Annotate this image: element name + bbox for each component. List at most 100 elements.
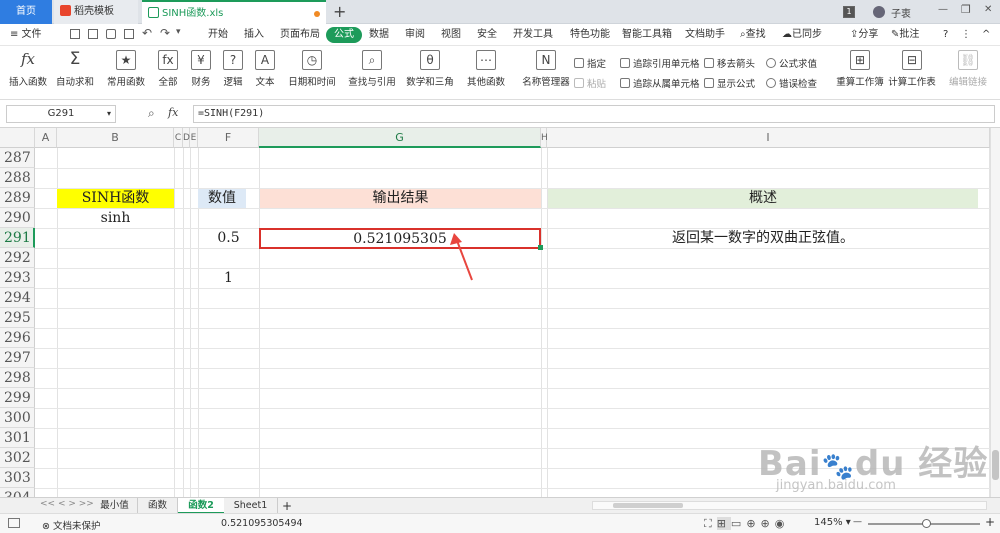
file-menu[interactable]: ≡ 文件 <box>10 27 42 43</box>
zoom-level[interactable]: 145% ▾ <box>814 517 851 528</box>
save-icon[interactable] <box>70 29 80 39</box>
collapse-ribbon-button[interactable]: ^ <box>982 27 990 43</box>
protect-status[interactable]: ⊗ 文档未保护 <box>42 518 101 532</box>
logic-button[interactable]: ? 逻辑 <box>220 50 246 88</box>
zoom-slider[interactable] <box>868 519 980 528</box>
print-icon[interactable] <box>106 29 116 39</box>
search-button[interactable]: ⌕查找 <box>740 27 766 43</box>
show-formula-button[interactable]: 显示公式 <box>704 76 755 90</box>
other-functions-button[interactable]: ⋯ 其他函数 <box>464 50 508 88</box>
vertical-scrollbar[interactable] <box>990 128 1000 497</box>
menu-insert[interactable]: 插入 <box>244 27 264 43</box>
finance-button[interactable]: ¥ 财务 <box>188 50 214 88</box>
sheet-tab-active[interactable]: 函数2 <box>178 498 224 514</box>
row-header-289[interactable]: 289 <box>0 188 35 208</box>
menu-developer[interactable]: 开发工具 <box>513 27 553 43</box>
zoom-formula-icon[interactable]: ⌕ <box>148 106 155 121</box>
h-scroll-thumb[interactable] <box>613 503 683 508</box>
specify-button[interactable]: 指定 <box>574 56 606 70</box>
export-icon[interactable] <box>88 29 98 39</box>
cell-b289[interactable]: SINH函数 <box>57 189 174 208</box>
column-header-f[interactable]: F <box>198 128 259 148</box>
avatar[interactable] <box>873 6 885 18</box>
column-header-c[interactable]: C <box>174 128 183 148</box>
user-name[interactable]: 子衷 <box>891 5 911 20</box>
row-header-299[interactable]: 299 <box>0 388 35 408</box>
column-header-b[interactable]: B <box>57 128 174 148</box>
error-check-button[interactable]: 错误检查 <box>766 76 817 90</box>
close-button[interactable]: ✕ <box>984 4 992 15</box>
cell-i291[interactable]: 返回某一数字的双曲正弦值。 <box>548 229 978 248</box>
tab-modified-dot[interactable] <box>314 11 320 17</box>
menu-doc-assistant[interactable]: 文档助手 <box>685 27 725 43</box>
cell-f289[interactable]: 数值 <box>198 189 246 208</box>
formula-input[interactable]: =SINH(F291) <box>193 105 995 123</box>
name-manager-button[interactable]: N 名称管理器 <box>522 50 570 88</box>
row-header-291[interactable]: 291 <box>0 228 35 248</box>
row-header-290[interactable]: 290 <box>0 208 35 228</box>
common-functions-button[interactable]: ★ 常用函数 <box>104 50 148 88</box>
print-preview-icon[interactable] <box>124 29 134 39</box>
row-header-303[interactable]: 303 <box>0 468 35 488</box>
row-header-293[interactable]: 293 <box>0 268 35 288</box>
lookup-button[interactable]: ⌕ 查找与引用 <box>346 50 398 88</box>
scroll-thumb[interactable] <box>992 450 999 480</box>
macro-record-icon[interactable] <box>8 518 20 528</box>
column-header-g[interactable]: G <box>259 128 541 148</box>
insert-function-button[interactable]: fx 插入函数 <box>8 50 48 88</box>
calc-sheet-button[interactable]: ⊟ 计算工作表 <box>888 50 936 88</box>
trace-dependents-button[interactable]: 追踪从属单元格 <box>620 76 700 90</box>
paste-button[interactable]: 粘贴 <box>574 76 606 90</box>
row-header-301[interactable]: 301 <box>0 428 35 448</box>
sync-button[interactable]: ☁已同步 <box>782 27 822 43</box>
row-header-294[interactable]: 294 <box>0 288 35 308</box>
name-box[interactable]: G291 ▾ <box>6 105 116 123</box>
menu-data[interactable]: 数据 <box>369 27 389 43</box>
all-functions-button[interactable]: fx 全部 <box>154 50 182 88</box>
cell-f293[interactable]: 1 <box>198 269 259 288</box>
comment-button[interactable]: ✎批注 <box>891 27 919 43</box>
menu-review[interactable]: 审阅 <box>405 27 425 43</box>
undo-icon[interactable]: ↶ <box>142 26 152 40</box>
text-button[interactable]: A 文本 <box>252 50 278 88</box>
remove-arrows-button[interactable]: 移去箭头 <box>704 56 755 70</box>
edit-links-button[interactable]: ⛓ 编辑链接 <box>946 50 990 88</box>
column-header-i[interactable]: I <box>547 128 990 148</box>
zoom-in-button[interactable]: + <box>985 515 995 529</box>
new-tab-button[interactable]: + <box>333 1 346 23</box>
evaluate-formula-button[interactable]: 公式求值 <box>766 56 817 70</box>
menu-smart-toolbox[interactable]: 智能工具箱 <box>622 27 672 43</box>
menu-security[interactable]: 安全 <box>477 27 497 43</box>
cell-b290[interactable]: sinh <box>57 209 174 228</box>
row-header-292[interactable]: 292 <box>0 248 35 268</box>
spreadsheet-grid[interactable]: A B C D E F G H I 287 288 289 290 291 29… <box>0 128 990 497</box>
row-header-296[interactable]: 296 <box>0 328 35 348</box>
row-header-295[interactable]: 295 <box>0 308 35 328</box>
sheet-tab[interactable]: 最小值 <box>92 498 138 514</box>
column-header-e[interactable]: E <box>190 128 198 148</box>
column-header-a[interactable]: A <box>35 128 57 148</box>
fx-button[interactable]: fx <box>168 106 178 119</box>
row-header-298[interactable]: 298 <box>0 368 35 388</box>
datetime-button[interactable]: ◷ 日期和时间 <box>286 50 338 88</box>
menu-formula[interactable]: 公式 <box>326 27 362 43</box>
horizontal-scrollbar[interactable] <box>592 501 987 510</box>
row-header-297[interactable]: 297 <box>0 348 35 368</box>
cell-f291[interactable]: 0.5 <box>198 229 259 248</box>
cell-g289[interactable]: 输出结果 <box>260 189 541 208</box>
sheet-tab[interactable]: Sheet1 <box>224 498 278 514</box>
menu-features[interactable]: 特色功能 <box>570 27 610 43</box>
row-header-304[interactable]: 304 <box>0 488 35 497</box>
row-header-288[interactable]: 288 <box>0 168 35 188</box>
sheet-nav-arrows[interactable]: << < > >> <box>40 499 94 509</box>
recalc-workbook-button[interactable]: ⊞ 重算工作簿 <box>836 50 884 88</box>
minimize-button[interactable]: — <box>938 4 948 15</box>
help-button[interactable]: ? <box>943 27 948 43</box>
menu-view[interactable]: 视图 <box>441 27 461 43</box>
column-header-d[interactable]: D <box>183 128 190 148</box>
tab-document[interactable]: SINH函数.xls <box>142 0 326 24</box>
row-header-287[interactable]: 287 <box>0 148 35 168</box>
row-header-300[interactable]: 300 <box>0 408 35 428</box>
add-sheet-button[interactable]: + <box>280 498 294 514</box>
zoom-slider-thumb[interactable] <box>922 519 931 528</box>
